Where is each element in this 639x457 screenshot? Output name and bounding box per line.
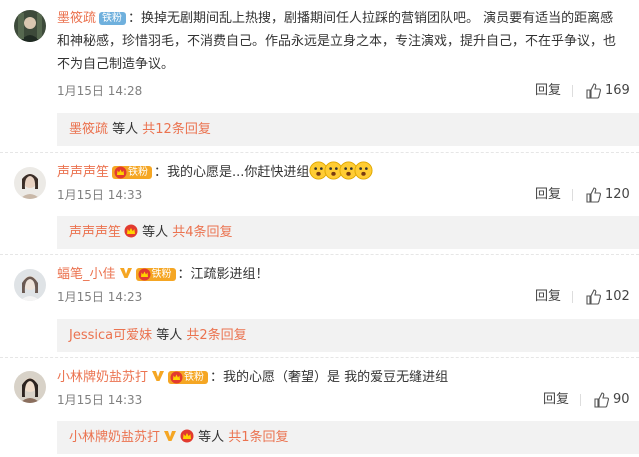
like-count: 169 — [605, 83, 630, 98]
reply-button[interactable]: 回复 — [535, 81, 561, 101]
replies-summary[interactable]: 墨筱疏 等人 共12条回复 — [57, 113, 639, 146]
timestamp: 1月15日 14:33 — [57, 188, 143, 202]
comment-meta: 1月15日 14:28 回复 169 — [57, 81, 630, 101]
avatar[interactable] — [14, 167, 46, 199]
like-count: 102 — [605, 289, 630, 304]
replies-summary[interactable]: Jessica可爱妹 等人 共2条回复 — [57, 319, 639, 352]
crown-icon — [170, 371, 183, 384]
divider — [0, 152, 639, 153]
more-replies-link[interactable]: 共2条回复 — [186, 328, 246, 343]
fan-badge: 铁粉 — [112, 166, 153, 179]
fan-badge: 铁粉 — [135, 268, 176, 281]
avatar[interactable] — [14, 10, 46, 42]
sub-text: 等人 — [194, 430, 229, 445]
comment-body: 声声声笙 铁粉 ：我的心愿是...你赶快进组 — [57, 161, 629, 184]
divider — [572, 291, 573, 303]
emoji-icon — [354, 161, 373, 180]
sub-text: 等人 — [108, 122, 143, 137]
username-link[interactable]: 蝠笔_小佳 — [57, 267, 116, 282]
comment-text: ： — [128, 11, 142, 26]
comment-text: ：江疏影进组！ — [177, 267, 269, 282]
sub-username[interactable]: 墨筱疏 — [69, 122, 108, 137]
divider — [572, 189, 573, 201]
verified-v-icon — [152, 371, 165, 381]
crown-icon — [114, 166, 127, 179]
crown-icon — [138, 268, 151, 281]
sub-username[interactable]: Jessica可爱妹 — [69, 328, 152, 343]
timestamp: 1月15日 14:28 — [57, 84, 143, 98]
thumbs-up-icon[interactable] — [593, 392, 609, 408]
thumbs-up-icon[interactable] — [585, 187, 601, 203]
timestamp: 1月15日 14:23 — [57, 290, 143, 304]
divider — [580, 394, 581, 406]
comment-list: 墨筱疏 铁粉 ：换掉无剧期间乱上热搜，剧播期间任人拉踩的营销团队吧。 演员要有适当的… — [0, 0, 639, 457]
avatar[interactable] — [14, 371, 46, 403]
fan-badge: 铁粉 — [168, 371, 209, 384]
fan-badge: 铁粉 — [99, 12, 127, 25]
username-link[interactable]: 墨筱疏 — [57, 11, 96, 26]
verified-v-icon — [119, 268, 132, 278]
timestamp: 1月15日 14:33 — [57, 393, 143, 407]
more-replies-link[interactable]: 共1条回复 — [228, 430, 288, 445]
username-link[interactable]: 小林牌奶盐苏打 — [57, 370, 148, 385]
comment-text-line: 和神秘感，珍惜羽毛，不消费自己。作品永远是立身之本，专注演戏，提升自己，不在乎争… — [57, 34, 617, 49]
divider — [0, 254, 639, 255]
like-count: 120 — [605, 187, 630, 202]
fan-crown-icon — [180, 429, 194, 443]
comment-body: 小林牌奶盐苏打 铁粉 ：我的心愿（奢望）是 我的爱豆无缝进组 — [57, 366, 629, 389]
comment-body: 蝠笔_小佳 铁粉 ：江疏影进组！ — [57, 263, 629, 286]
comment-text-line: 不为自己制造争议。 — [57, 57, 175, 72]
divider — [0, 357, 639, 358]
replies-summary[interactable]: 小林牌奶盐苏打 等人 共1条回复 — [57, 421, 639, 454]
thumbs-up-icon[interactable] — [585, 83, 601, 99]
sub-username[interactable]: 声声声笙 — [69, 225, 121, 240]
comment-body: 墨筱疏 铁粉 ：换掉无剧期间乱上热搜，剧播期间任人拉踩的营销团队吧。 演员要有适当的… — [57, 7, 629, 76]
fan-crown-icon — [124, 224, 138, 238]
comment-text: ：我的心愿是...你赶快进组 — [154, 165, 310, 180]
reply-button[interactable]: 回复 — [535, 185, 561, 205]
comment-meta: 1月15日 14:23 回复 102 — [57, 287, 630, 307]
comment-meta: 1月15日 14:33 回复 90 — [57, 390, 630, 410]
comment-text-line: 换掉无剧期间乱上热搜，剧播期间任人拉踩的营销团队吧。 演员要有适当的距离感 — [141, 11, 614, 26]
sub-text: 等人 — [138, 225, 173, 240]
thumbs-up-icon[interactable] — [585, 289, 601, 305]
avatar[interactable] — [14, 269, 46, 301]
sub-username[interactable]: 小林牌奶盐苏打 — [69, 430, 160, 445]
sub-text: 等人 — [152, 328, 187, 343]
comment-meta: 1月15日 14:33 回复 120 — [57, 185, 630, 205]
reply-button[interactable]: 回复 — [535, 287, 561, 307]
verified-v-icon — [164, 431, 177, 441]
more-replies-link[interactable]: 共12条回复 — [142, 122, 211, 137]
username-link[interactable]: 声声声笙 — [57, 165, 109, 180]
replies-summary[interactable]: 声声声笙 等人 共4条回复 — [57, 216, 639, 249]
comment-text: ：我的心愿（奢望）是 我的爱豆无缝进组 — [210, 370, 449, 385]
like-count: 90 — [613, 392, 630, 407]
divider — [572, 85, 573, 97]
reply-button[interactable]: 回复 — [543, 390, 569, 410]
more-replies-link[interactable]: 共4条回复 — [172, 225, 232, 240]
